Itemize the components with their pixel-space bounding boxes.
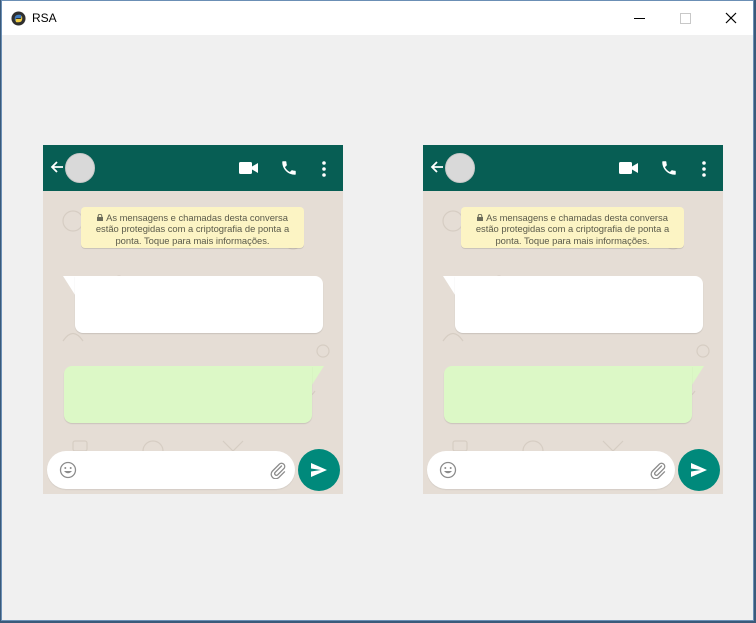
emoji-icon[interactable] <box>439 461 457 479</box>
python-icon <box>11 11 26 26</box>
back-arrow-icon[interactable] <box>49 159 65 175</box>
back-arrow-icon[interactable] <box>429 159 445 175</box>
outgoing-message-bubble[interactable] <box>444 366 692 423</box>
paperclip-icon[interactable] <box>649 461 667 479</box>
message-input[interactable] <box>465 459 645 483</box>
message-input-bar <box>427 451 675 489</box>
incoming-message-bubble[interactable] <box>75 276 323 333</box>
maximize-button[interactable] <box>662 1 708 35</box>
encryption-notice[interactable]: As mensagens e chamadas desta conversa e… <box>461 207 684 248</box>
incoming-message-bubble[interactable] <box>455 276 703 333</box>
lock-icon <box>477 214 484 221</box>
chat-header <box>43 145 343 191</box>
chat-panel-right: As mensagens e chamadas desta conversa e… <box>423 145 723 494</box>
chat-header <box>423 145 723 191</box>
message-input[interactable] <box>85 459 265 483</box>
encryption-notice[interactable]: As mensagens e chamadas desta conversa e… <box>81 207 304 248</box>
minimize-button[interactable] <box>616 1 662 35</box>
minimize-icon <box>633 17 645 19</box>
emoji-icon[interactable] <box>59 461 77 479</box>
title-bar[interactable]: RSA <box>2 1 753 35</box>
video-call-icon[interactable] <box>619 161 639 175</box>
phone-call-icon[interactable] <box>280 159 298 177</box>
close-button[interactable] <box>708 1 754 35</box>
phone-call-icon[interactable] <box>660 159 678 177</box>
send-icon <box>311 463 327 477</box>
more-options-icon[interactable] <box>701 160 707 178</box>
message-input-bar <box>47 451 295 489</box>
video-call-icon[interactable] <box>239 161 259 175</box>
close-icon <box>725 12 737 24</box>
send-button[interactable] <box>678 449 720 491</box>
paperclip-icon[interactable] <box>269 461 287 479</box>
maximize-icon <box>679 12 691 24</box>
send-button[interactable] <box>298 449 340 491</box>
chat-panel-left: As mensagens e chamadas desta conversa e… <box>43 145 343 494</box>
app-window: RSA As mensagens e chamadas desta conver… <box>1 0 754 621</box>
more-options-icon[interactable] <box>321 160 327 178</box>
outgoing-message-bubble[interactable] <box>64 366 312 423</box>
outgoing-bubble-tail <box>690 366 704 388</box>
lock-icon <box>97 214 104 221</box>
send-icon <box>691 463 707 477</box>
window-title: RSA <box>32 11 57 25</box>
avatar[interactable] <box>445 153 475 183</box>
encryption-notice-text: As mensagens e chamadas desta conversa e… <box>475 212 670 246</box>
outgoing-bubble-tail <box>310 366 324 388</box>
avatar[interactable] <box>65 153 95 183</box>
encryption-notice-text: As mensagens e chamadas desta conversa e… <box>95 212 290 246</box>
